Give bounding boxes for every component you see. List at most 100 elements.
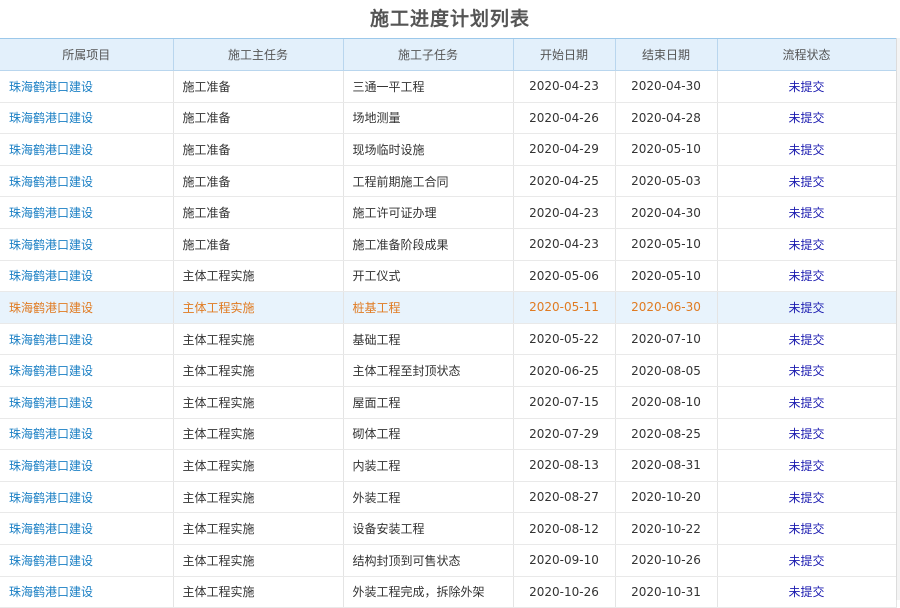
main-task-cell: 施工准备 — [173, 165, 344, 198]
project-cell[interactable]: 珠海鹤港口建设 — [0, 228, 174, 261]
sub-task-cell: 外装工程 — [343, 481, 514, 514]
main-task-cell: 主体工程实施 — [173, 323, 344, 356]
project-cell[interactable]: 珠海鹤港口建设 — [0, 418, 174, 451]
end-date-cell: 2020-08-05 — [615, 354, 718, 387]
sub-task-cell: 主体工程至封顶状态 — [343, 354, 514, 387]
table-row[interactable]: 珠海鹤港口建设 主体工程实施 基础工程 2020-05-22 2020-07-10 未提交 — [0, 323, 897, 356]
start-date-cell: 2020-05-22 — [513, 323, 616, 356]
sub-task-cell: 基础工程 — [343, 323, 514, 356]
schedule-grid: 所属项目 施工主任务 施工子任务 开始日期 结束日期 流程状态 珠海鹤港口建设施… — [0, 38, 900, 608]
sub-task-cell: 内装工程 — [343, 449, 514, 482]
main-task-cell: 主体工程实施 — [173, 354, 344, 387]
page-title: 施工进度计划列表 — [369, 8, 530, 30]
sub-task-cell: 屋面工程 — [343, 386, 514, 419]
status-link[interactable]: 未提交 — [717, 418, 897, 451]
table-row[interactable]: 珠海鹤港口建设 主体工程实施 结构封顶到可售状态 2020-09-10 2020-10-… — [0, 544, 897, 577]
table-row[interactable]: 珠海鹤港口建设 施工准备 现场临时设施 2020-04-29 2020-05-10 未提交 — [0, 133, 897, 166]
end-date-cell: 2020-10-31 — [615, 576, 718, 608]
project-cell[interactable]: 珠海鹤港口建设 — [0, 70, 174, 103]
project-cell[interactable]: 珠海鹤港口建设 — [0, 260, 174, 293]
column-header-main-task[interactable]: 施工主任务 — [173, 39, 344, 71]
status-link[interactable]: 未提交 — [717, 354, 897, 387]
project-cell[interactable]: 珠海鹤港口建设 — [0, 196, 174, 229]
table-row[interactable]: 珠海鹤港口建设 施工准备 施工许可证办理 2020-04-23 2020-04-30 未提… — [0, 196, 897, 229]
end-date-cell: 2020-05-03 — [615, 165, 718, 198]
project-cell[interactable]: 珠海鹤港口建设 — [0, 323, 174, 356]
column-header-status[interactable]: 流程状态 — [717, 39, 897, 71]
column-header-sub-task[interactable]: 施工子任务 — [343, 39, 514, 71]
table-row[interactable]: 珠海鹤港口建设 施工准备 工程前期施工合同 2020-04-25 2020-05-03 未… — [0, 165, 897, 198]
table-row[interactable]: 珠海鹤港口建设 主体工程实施 砌体工程 2020-07-29 2020-08-25 未提交 — [0, 418, 897, 451]
status-link[interactable]: 未提交 — [717, 133, 897, 166]
table-row[interactable]: 珠海鹤港口建设 施工准备 三通一平工程 2020-04-23 2020-04-30 未提交 — [0, 70, 897, 103]
main-task-cell: 主体工程实施 — [173, 512, 344, 545]
table-row[interactable]: 珠海鹤港口建设 主体工程实施 外装工程完成，拆除外架 2020-10-26 2020-1… — [0, 576, 897, 608]
table-row[interactable]: 珠海鹤港口建设 主体工程实施 主体工程至封顶状态 2020-06-25 2020-08-… — [0, 354, 897, 387]
table-row[interactable]: 珠海鹤港口建设 主体工程实施 内装工程 2020-08-13 2020-08-31 未提交 — [0, 449, 897, 482]
status-link[interactable]: 未提交 — [717, 165, 897, 198]
end-date-cell: 2020-05-10 — [615, 260, 718, 293]
end-date-cell: 2020-04-30 — [615, 70, 718, 103]
table-body: 珠海鹤港口建设 施工准备 三通一平工程 2020-04-23 2020-04-30 未提交… — [0, 70, 897, 608]
main-task-cell: 主体工程实施 — [173, 481, 344, 514]
status-link[interactable]: 未提交 — [717, 228, 897, 261]
column-header-start-date[interactable]: 开始日期 — [513, 39, 616, 71]
status-link[interactable]: 未提交 — [717, 386, 897, 419]
end-date-cell: 2020-06-30 — [615, 291, 718, 324]
status-link[interactable]: 未提交 — [717, 576, 897, 608]
sub-task-cell: 外装工程完成，拆除外架 — [343, 576, 514, 608]
status-link[interactable]: 未提交 — [717, 196, 897, 229]
table-row[interactable]: 珠海鹤港口建设 主体工程实施 开工仪式 2020-05-06 2020-05-10 未提交 — [0, 260, 897, 293]
header-row: 所属项目 施工主任务 施工子任务 开始日期 结束日期 流程状态 — [0, 39, 897, 71]
end-date-cell: 2020-05-10 — [615, 228, 718, 261]
project-cell[interactable]: 珠海鹤港口建设 — [0, 386, 174, 419]
project-cell[interactable]: 珠海鹤港口建设 — [0, 449, 174, 482]
status-link[interactable]: 未提交 — [717, 449, 897, 482]
project-cell[interactable]: 珠海鹤港口建设 — [0, 576, 174, 608]
project-cell[interactable]: 珠海鹤港口建设 — [0, 165, 174, 198]
main-task-cell: 施工准备 — [173, 70, 344, 103]
start-date-cell: 2020-06-25 — [513, 354, 616, 387]
project-cell[interactable]: 珠海鹤港口建设 — [0, 512, 174, 545]
end-date-cell: 2020-04-30 — [615, 196, 718, 229]
table-row[interactable]: 珠海鹤港口建设 主体工程实施 屋面工程 2020-07-15 2020-08-10 未提交 — [0, 386, 897, 419]
project-cell[interactable]: 珠海鹤港口建设 — [0, 481, 174, 514]
sub-task-cell: 现场临时设施 — [343, 133, 514, 166]
table-row[interactable]: 珠海鹤港口建设 主体工程实施 外装工程 2020-08-27 2020-10-20 未提交 — [0, 481, 897, 514]
table-row[interactable]: 珠海鹤港口建设 主体工程实施 桩基工程 2020-05-11 2020-06-30 未提交 — [0, 291, 897, 324]
column-header-end-date[interactable]: 结束日期 — [615, 39, 718, 71]
start-date-cell: 2020-07-15 — [513, 386, 616, 419]
status-link[interactable]: 未提交 — [717, 512, 897, 545]
table-row[interactable]: 珠海鹤港口建设 施工准备 施工准备阶段成果 2020-04-23 2020-05-10 未… — [0, 228, 897, 261]
main-task-cell: 施工准备 — [173, 102, 344, 135]
main-task-cell: 主体工程实施 — [173, 449, 344, 482]
sub-task-cell: 设备安装工程 — [343, 512, 514, 545]
status-link[interactable]: 未提交 — [717, 291, 897, 324]
start-date-cell: 2020-04-26 — [513, 102, 616, 135]
main-task-cell: 施工准备 — [173, 133, 344, 166]
start-date-cell: 2020-08-12 — [513, 512, 616, 545]
project-cell[interactable]: 珠海鹤港口建设 — [0, 291, 174, 324]
status-link[interactable]: 未提交 — [717, 70, 897, 103]
sub-task-cell: 场地测量 — [343, 102, 514, 135]
status-link[interactable]: 未提交 — [717, 260, 897, 293]
vertical-scrollbar[interactable] — [896, 38, 900, 600]
main-task-cell: 主体工程实施 — [173, 418, 344, 451]
status-link[interactable]: 未提交 — [717, 323, 897, 356]
sub-task-cell: 工程前期施工合同 — [343, 165, 514, 198]
status-link[interactable]: 未提交 — [717, 544, 897, 577]
project-cell[interactable]: 珠海鹤港口建设 — [0, 544, 174, 577]
main-task-cell: 主体工程实施 — [173, 576, 344, 608]
sub-task-cell: 施工许可证办理 — [343, 196, 514, 229]
start-date-cell: 2020-04-29 — [513, 133, 616, 166]
project-cell[interactable]: 珠海鹤港口建设 — [0, 102, 174, 135]
status-link[interactable]: 未提交 — [717, 481, 897, 514]
status-link[interactable]: 未提交 — [717, 102, 897, 135]
column-header-project[interactable]: 所属项目 — [0, 39, 174, 71]
start-date-cell: 2020-08-27 — [513, 481, 616, 514]
table-row[interactable]: 珠海鹤港口建设 施工准备 场地测量 2020-04-26 2020-04-28 未提交 — [0, 102, 897, 135]
project-cell[interactable]: 珠海鹤港口建设 — [0, 133, 174, 166]
project-cell[interactable]: 珠海鹤港口建设 — [0, 354, 174, 387]
start-date-cell: 2020-04-23 — [513, 196, 616, 229]
table-row[interactable]: 珠海鹤港口建设 主体工程实施 设备安装工程 2020-08-12 2020-10-22 未… — [0, 512, 897, 545]
